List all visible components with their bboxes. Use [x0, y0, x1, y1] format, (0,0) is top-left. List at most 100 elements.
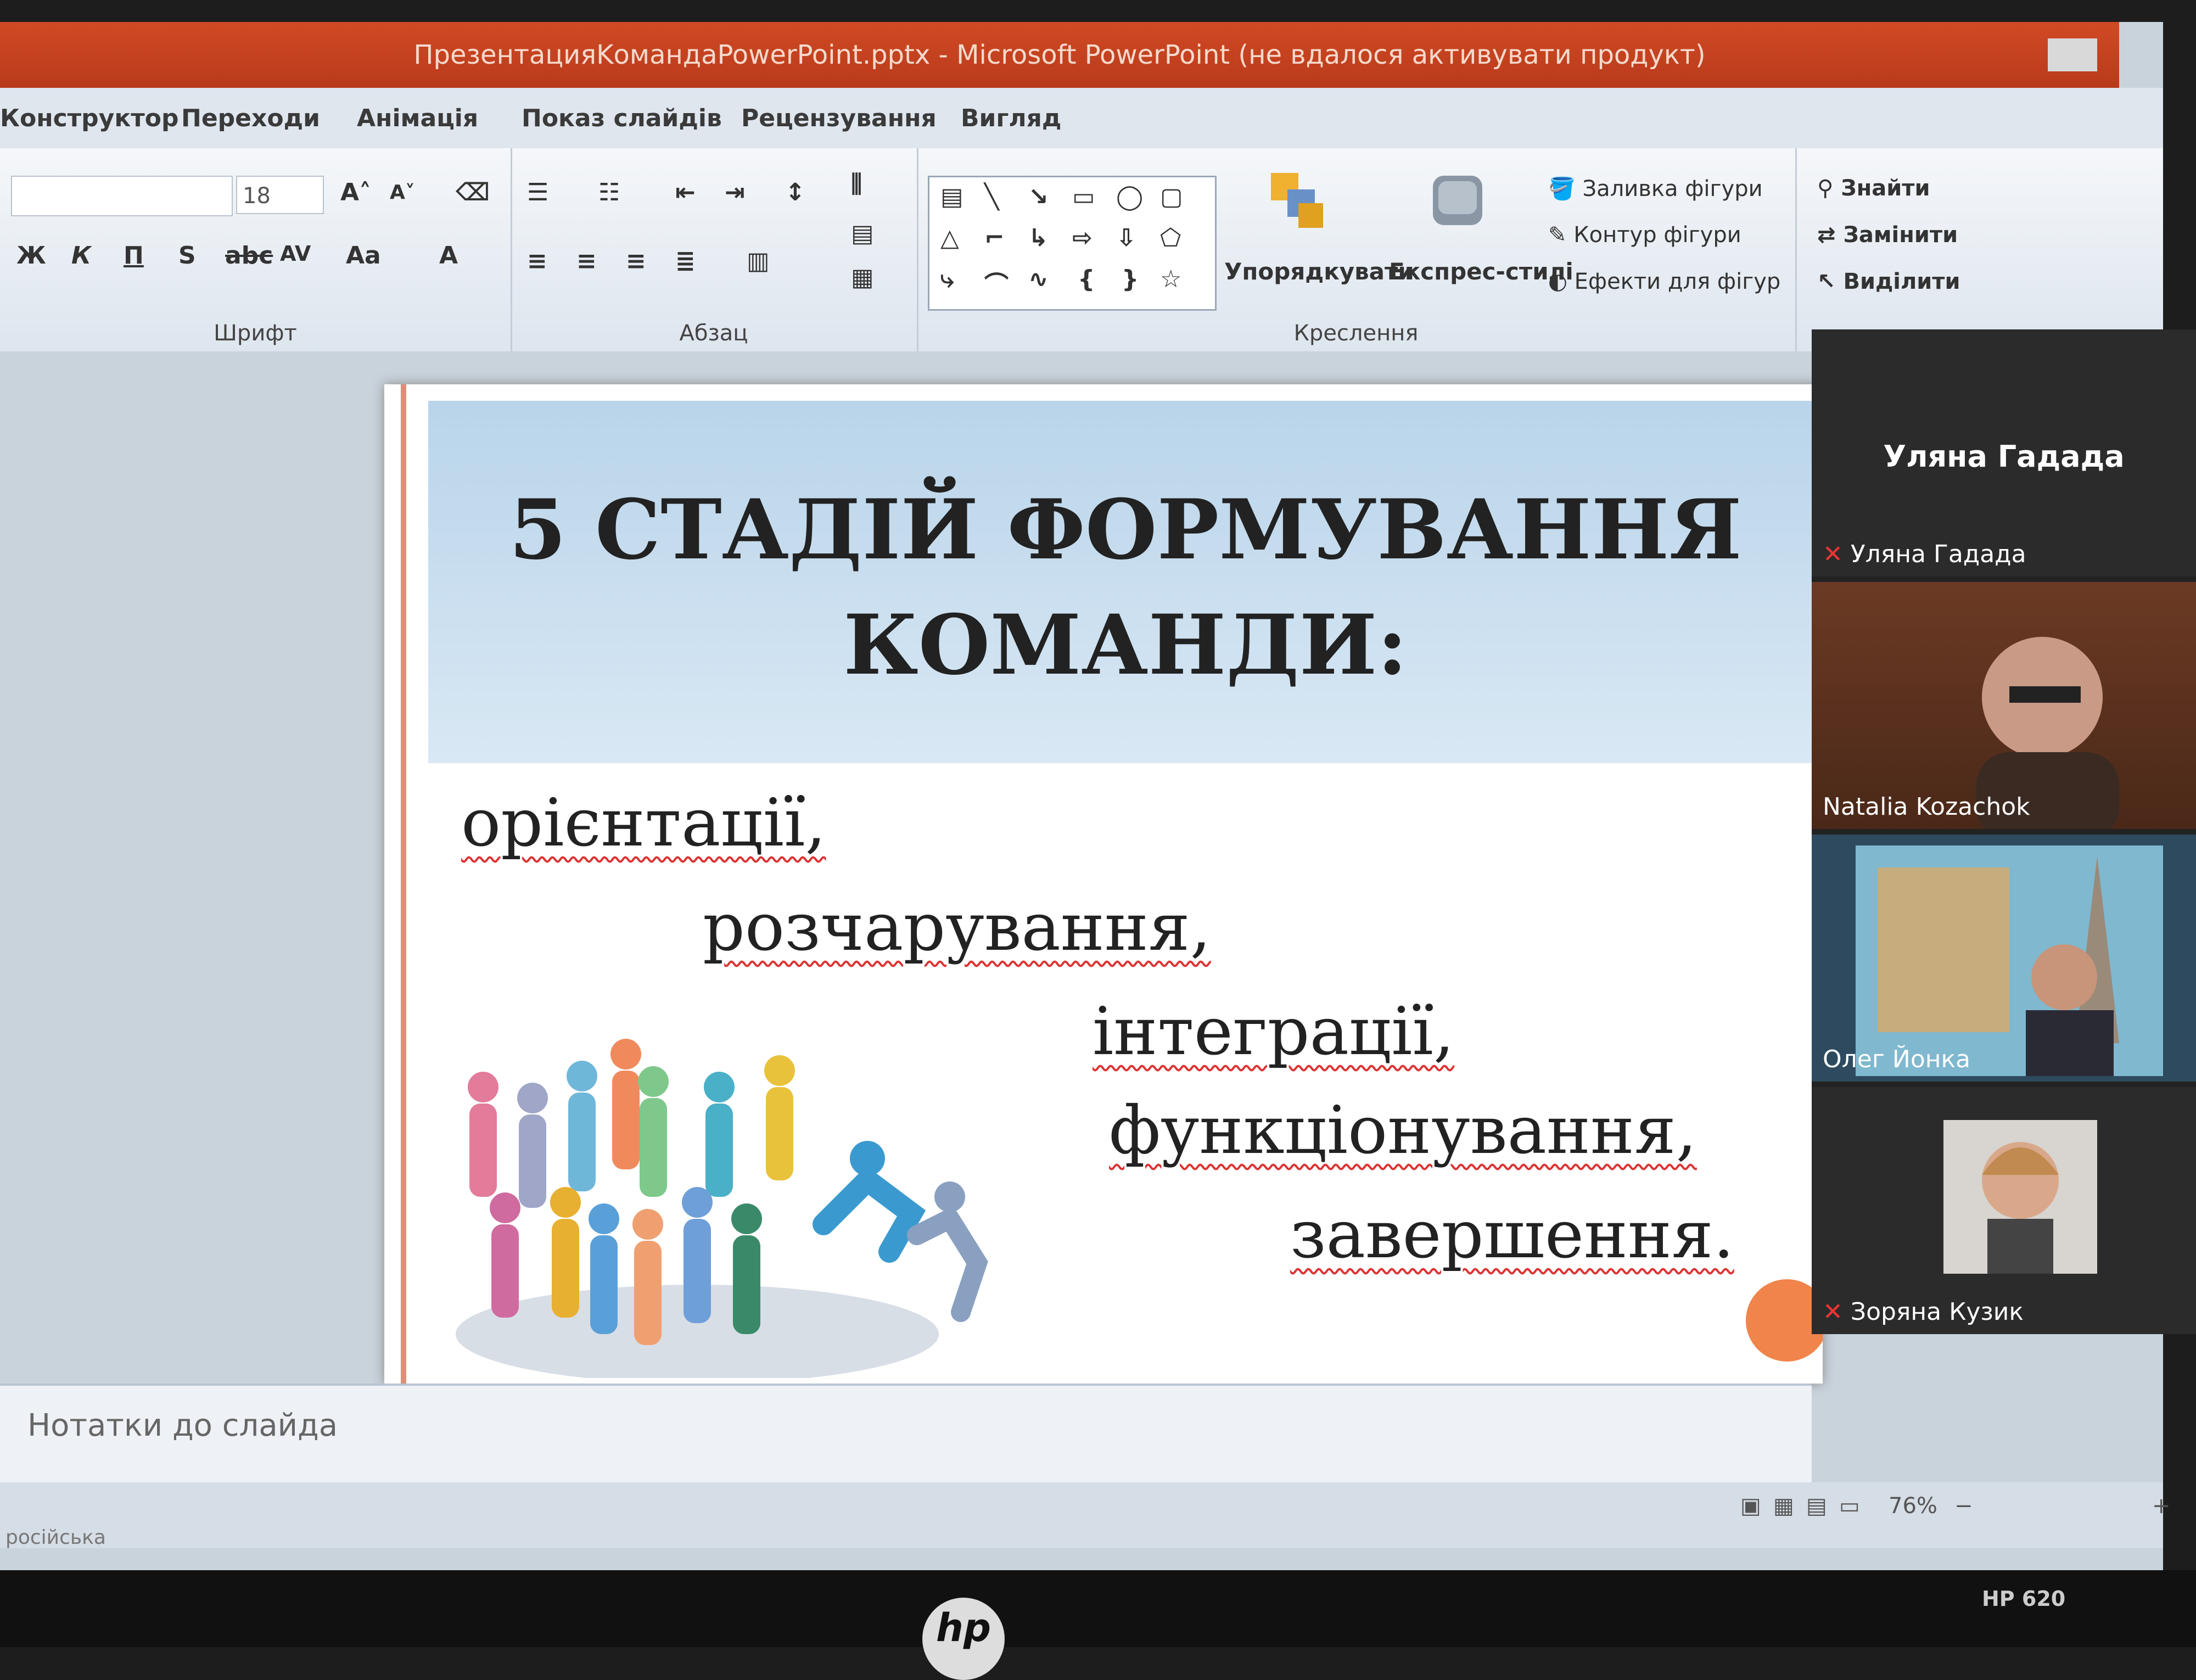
laptop-model: HP 620 — [1982, 1587, 2066, 1611]
tab-design[interactable]: Конструктор — [0, 104, 178, 132]
slideshow-view-icon[interactable]: ▭ — [1839, 1493, 1860, 1519]
slide-title[interactable]: 5 СТАДІЙ ФОРМУВАННЯ КОМАНДИ: — [428, 472, 1823, 703]
down-arrow-shape-icon[interactable]: ⇩ — [1116, 224, 1136, 252]
status-bar: російська ▣ ▦ ▤ ▭ 76% − + — [0, 1482, 2171, 1549]
arc-shape-icon[interactable]: ⌒ — [984, 265, 1009, 300]
italic-icon[interactable]: К — [71, 242, 91, 270]
stage-orientation[interactable]: орієнтації, — [461, 785, 826, 861]
line-spacing-icon[interactable]: ↕ — [785, 178, 805, 206]
tab-view[interactable]: Вигляд — [961, 104, 1061, 132]
team-people-illustration — [456, 1039, 988, 1378]
quick-styles-button[interactable]: Експрес-стилі — [1389, 258, 1573, 285]
drawing-group: ▤ ╲ ↘ ▭ ◯ ▢ △ ⌐ ↳ ⇨ ⇩ ⬠ ⤷ ⌒ ∿ { } ☆ Упор… — [917, 148, 1797, 351]
language-status[interactable]: російська — [5, 1526, 106, 1549]
participant-tile[interactable]: Natalia Kozachok — [1812, 582, 2196, 829]
text-direction-icon[interactable]: ⫼ — [851, 170, 862, 198]
shrink-font-icon[interactable]: A˅ — [390, 181, 415, 204]
slide[interactable]: 5 СТАДІЙ ФОРМУВАННЯ КОМАНДИ: орієнтації,… — [384, 384, 1823, 1384]
font-group: 18 A˄ A˅ ⌫ Ж К П S abc AV Aa A Шрифт — [0, 148, 512, 351]
decrease-indent-icon[interactable]: ⇤ — [675, 178, 696, 206]
textbox-shape-icon[interactable]: ▤ — [940, 183, 963, 211]
zoom-level[interactable]: 76% — [1889, 1493, 1937, 1519]
columns-icon[interactable]: ▥ — [747, 247, 770, 275]
font-name-input[interactable] — [11, 176, 233, 216]
grow-font-icon[interactable]: A˄ — [340, 178, 371, 206]
smartart-icon[interactable]: ▦ — [851, 264, 874, 292]
right-arrow-shape-icon[interactable]: ⇨ — [1072, 224, 1093, 252]
quick-styles-icon[interactable] — [1427, 170, 1488, 231]
triangle-shape-icon[interactable]: △ — [940, 224, 959, 252]
mic-muted-icon: ✕ — [1823, 1298, 1851, 1326]
star-shape-icon[interactable]: ☆ — [1160, 265, 1181, 293]
reading-view-icon[interactable]: ▤ — [1806, 1493, 1827, 1519]
font-group-label: Шрифт — [214, 321, 297, 346]
elbow-connector-shape-icon[interactable]: ⌐ — [984, 224, 1005, 252]
find-button[interactable]: ⚲ Знайти — [1817, 176, 1930, 201]
bold-icon[interactable]: Ж — [16, 242, 46, 270]
line-shape-icon[interactable]: ╲ — [984, 183, 999, 211]
strikethrough-icon[interactable]: abc — [225, 242, 273, 270]
select-button[interactable]: ↖ Виділити — [1817, 269, 1960, 294]
arrange-button[interactable]: Упорядкувати — [1224, 258, 1414, 285]
rounded-rect-shape-icon[interactable]: ▢ — [1160, 183, 1183, 211]
shape-fill-button[interactable]: 🪣 Заливка фігури — [1548, 176, 1763, 201]
brace-left-shape-icon[interactable]: { — [1078, 265, 1095, 293]
change-case-icon[interactable]: Aa — [346, 242, 381, 270]
justify-icon[interactable]: ≣ — [675, 247, 696, 275]
brace-right-shape-icon[interactable]: } — [1122, 265, 1139, 293]
tab-review[interactable]: Рецензування — [741, 104, 937, 132]
elbow-arrow-shape-icon[interactable]: ↳ — [1028, 224, 1049, 252]
paragraph-group-label: Абзац — [679, 321, 748, 346]
participant-tile[interactable]: Олег Йонка — [1812, 835, 2196, 1082]
freeform-shape-icon[interactable]: ∿ — [1028, 265, 1049, 293]
align-text-icon[interactable]: ▤ — [851, 220, 874, 248]
participant-name: Natalia Kozachok — [1823, 793, 2030, 821]
arrow-line-shape-icon[interactable]: ↘ — [1028, 183, 1049, 211]
stage-disappointment[interactable]: розчарування, — [703, 889, 1211, 966]
pentagon-shape-icon[interactable]: ⬠ — [1160, 224, 1181, 252]
underline-icon[interactable]: П — [124, 242, 144, 270]
replace-button[interactable]: ⇄ Замінити — [1817, 222, 1958, 248]
shapes-gallery[interactable]: ▤ ╲ ↘ ▭ ◯ ▢ △ ⌐ ↳ ⇨ ⇩ ⬠ ⤷ ⌒ ∿ { } ☆ — [928, 176, 1217, 311]
participant-big-name: Уляна Гадада — [1883, 439, 2125, 474]
zoom-in-icon[interactable]: + — [2152, 1493, 2171, 1519]
numbering-icon[interactable]: ☷ — [598, 178, 620, 206]
align-right-icon[interactable]: ≡ — [626, 247, 646, 275]
shape-outline-button[interactable]: ✎ Контур фігури — [1548, 222, 1741, 248]
rectangle-shape-icon[interactable]: ▭ — [1072, 183, 1095, 211]
ribbon-tabs: Конструктор Переходи Анімація Показ слай… — [0, 88, 2163, 148]
stage-functioning[interactable]: функціонування, — [1109, 1093, 1697, 1169]
participant-tile[interactable]: ✕ Зоряна Кузик — [1812, 1087, 2196, 1334]
font-size-input[interactable]: 18 — [236, 176, 324, 214]
increase-indent-icon[interactable]: ⇥ — [725, 178, 745, 206]
hp-logo: hp — [922, 1598, 1005, 1680]
align-left-icon[interactable]: ≡ — [527, 247, 547, 275]
tab-animation[interactable]: Анімація — [357, 104, 478, 132]
bullets-icon[interactable]: ☰ — [527, 178, 548, 206]
slide-title-line2: КОМАНДИ: — [843, 597, 1408, 693]
shape-effects-button[interactable]: ◐ Ефекти для фігур — [1548, 269, 1780, 294]
ribbon: 18 A˄ A˅ ⌫ Ж К П S abc AV Aa A Шрифт ☰ ☷… — [0, 148, 2163, 354]
stage-integration[interactable]: інтеграції, — [1093, 994, 1454, 1070]
tab-slideshow[interactable]: Показ слайдів — [522, 104, 722, 132]
clear-format-icon[interactable]: ⌫ — [456, 178, 490, 206]
participant-name: ✕ Уляна Гадада — [1823, 540, 2026, 568]
zoom-out-icon[interactable]: − — [1954, 1493, 1973, 1519]
arrange-icon[interactable] — [1268, 170, 1329, 231]
participant-tile[interactable]: Уляна Гадада ✕ Уляна Гадада — [1812, 329, 2196, 576]
minimize-button[interactable] — [2048, 38, 2097, 71]
curve-arrow-shape-icon[interactable]: ⤷ — [940, 265, 954, 293]
align-center-icon[interactable]: ≡ — [576, 247, 597, 275]
stage-completion[interactable]: завершення. — [1290, 1197, 1734, 1273]
font-color-icon[interactable]: A — [439, 242, 458, 270]
paragraph-group: ☰ ☷ ⇤ ⇥ ↕ ⫼ ≡ ≡ ≡ ≣ ▥ ▤ ▦ Абзац — [511, 148, 918, 351]
notes-pane[interactable]: Нотатки до слайда — [0, 1384, 1812, 1485]
sorter-view-icon[interactable]: ▦ — [1773, 1493, 1794, 1519]
normal-view-icon[interactable]: ▣ — [1740, 1493, 1761, 1519]
shadow-icon[interactable]: S — [178, 242, 196, 270]
participant-video — [1856, 845, 2163, 1076]
replace-icon: ⇄ — [1817, 222, 1844, 248]
tab-transitions[interactable]: Переходи — [181, 104, 320, 132]
spacing-icon[interactable]: AV — [280, 242, 311, 266]
oval-shape-icon[interactable]: ◯ — [1116, 183, 1143, 211]
